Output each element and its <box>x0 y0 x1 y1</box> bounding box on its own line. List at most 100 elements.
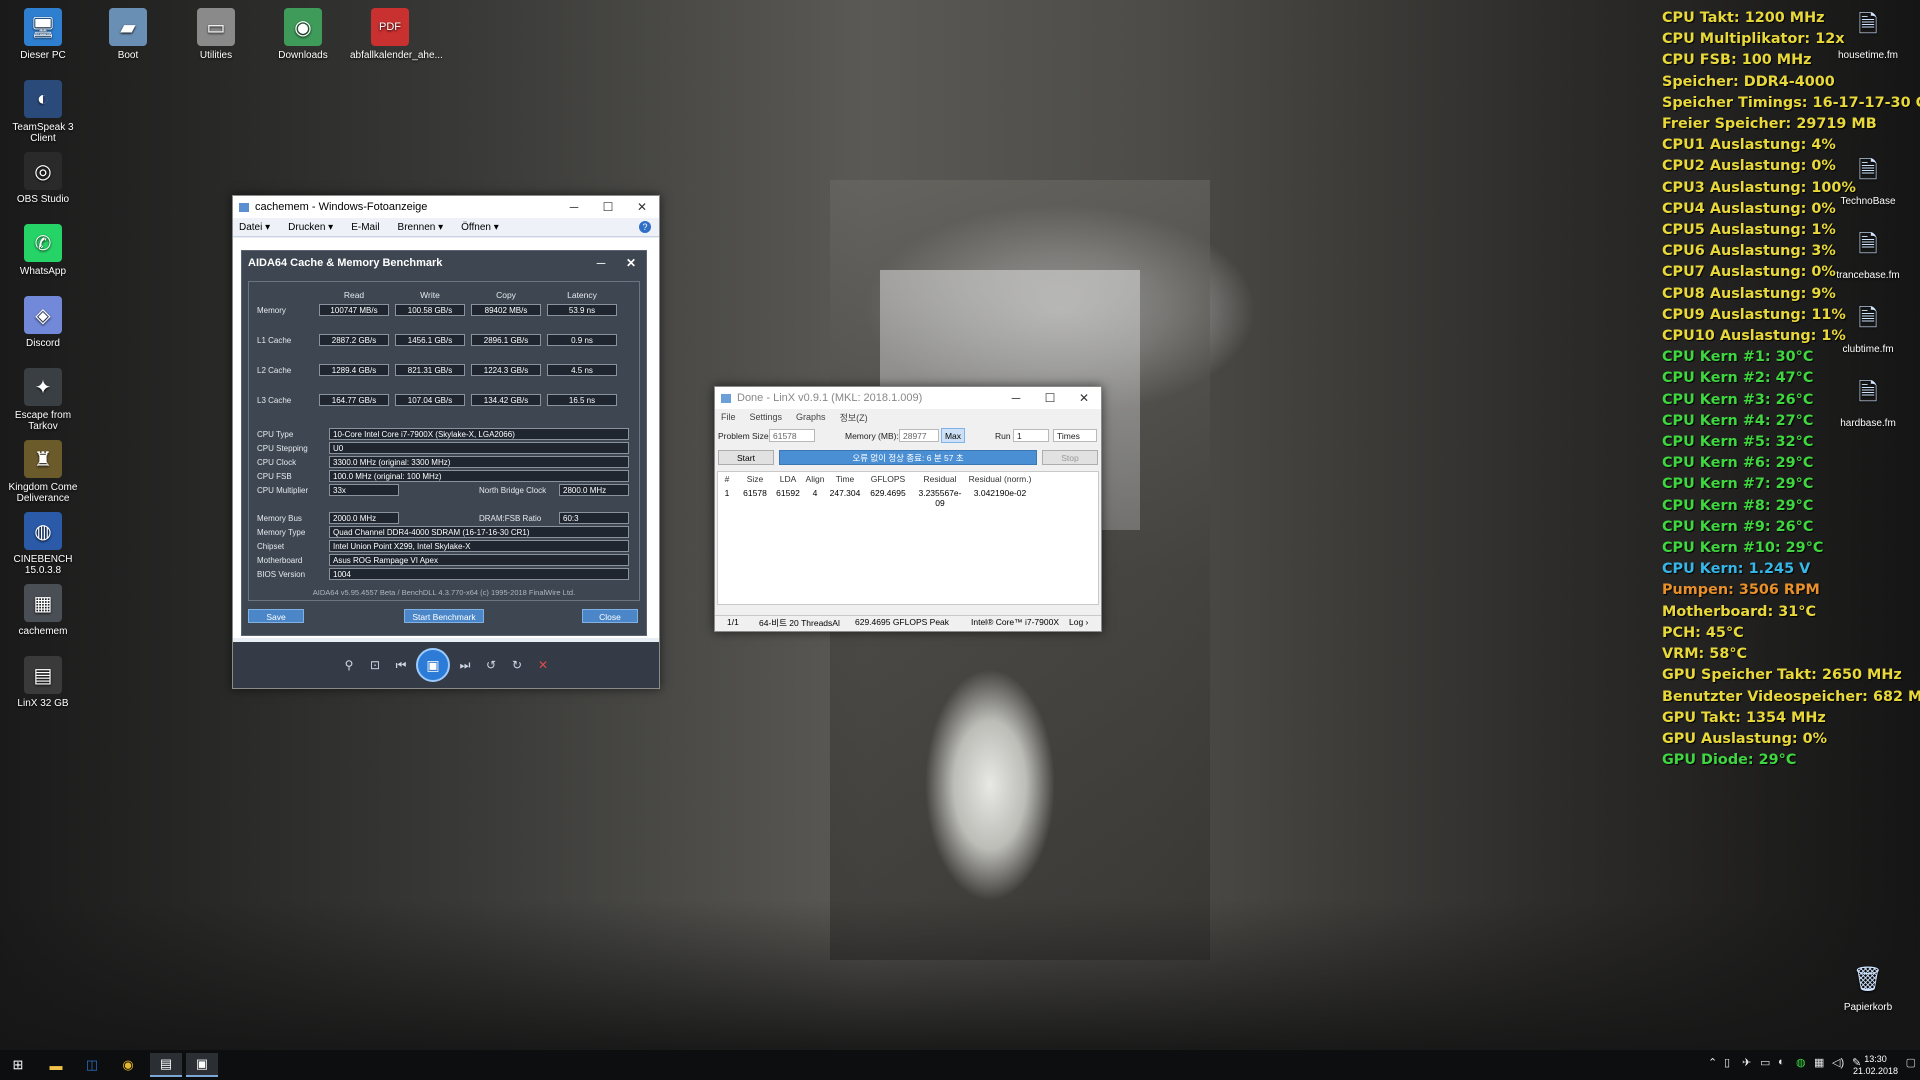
tray-app-icon[interactable]: ✈ <box>1742 1056 1751 1069</box>
aida-close-button: Close <box>582 609 638 623</box>
desktop-icon[interactable]: ◐ TeamSpeak 3 Client <box>3 80 83 144</box>
status-threads: 64-비트 20 ThreadsAl <box>759 618 840 628</box>
stat-line: CPU2 Auslastung: 0% <box>1662 158 1836 175</box>
minimize-icon[interactable]: ─ <box>557 196 591 218</box>
stat-line: PCH: 45°C <box>1662 624 1744 641</box>
run-unit-select[interactable]: Times <box>1053 429 1097 442</box>
chrome-icon[interactable]: ◉ <box>112 1053 144 1077</box>
tray-chevron-icon[interactable]: ⌃ <box>1708 1056 1717 1069</box>
stop-button[interactable]: Stop <box>1042 450 1098 465</box>
taskbar: ⊞ ▬ ◫ ◉ ▤ ▣ ⌃ ▯ ✈ ▭ ◐ ◍ ▦ ◁) ✎ 13:30 21.… <box>0 1050 1920 1080</box>
run-label: Run <box>995 431 1011 441</box>
desktop-icon[interactable]: 🗑 Papierkorb <box>1828 960 1908 1014</box>
menu-brennen[interactable]: Brennen ▾ <box>398 222 444 233</box>
taskbar-clock[interactable]: 13:30 21.02.2018 <box>1853 1053 1898 1077</box>
fit-window-icon[interactable]: ⊡ <box>364 654 386 676</box>
stat-line: CPU Kern #3: 26°C <box>1662 391 1814 408</box>
stat-line: Speicher: DDR4-4000 <box>1662 73 1835 90</box>
motherboard-label: Motherboard <box>257 556 303 565</box>
table-cell: 1 <box>724 488 730 498</box>
desktop-icon[interactable]: ◉ Downloads <box>263 8 343 61</box>
table-header-cell: LDA <box>779 474 797 484</box>
minimize-icon[interactable]: ─ <box>999 387 1033 409</box>
taskbar-app-photo-viewer-icon[interactable]: ▣ <box>186 1053 218 1077</box>
desktop-icon-label: Kingdom Come Deliverance <box>8 482 78 504</box>
photo-viewer-controls: ⚲ ⊡ ⏮ ▣ ⏭ ↺ ↻ ✕ <box>233 642 659 688</box>
aida-header-latency: Latency <box>567 290 597 300</box>
problem-size-field[interactable]: 61578 <box>769 429 815 442</box>
memory-bus-value: 2000.0 MHz <box>329 512 399 524</box>
log-button[interactable]: Log › <box>1069 617 1088 627</box>
menu-oeffnen[interactable]: Öffnen ▾ <box>461 222 499 233</box>
cpu-type-value: 10-Core Intel Core i7-7900X (Skylake-X, … <box>329 428 629 440</box>
next-icon[interactable]: ⏭ <box>454 654 476 676</box>
desktop-icon[interactable]: ▤ LinX 32 GB <box>3 656 83 709</box>
linx-app-icon <box>721 393 731 403</box>
previous-icon[interactable]: ⏮ <box>390 654 412 676</box>
run-count-field[interactable]: 1 <box>1013 429 1049 442</box>
desktop-icon[interactable]: 🖥 Dieser PC <box>3 8 83 61</box>
tray-volume-icon[interactable]: ◁) <box>1832 1056 1844 1069</box>
desktop-icon[interactable]: ◎ OBS Studio <box>3 152 83 205</box>
start-button[interactable]: Start <box>718 450 774 465</box>
problem-size-label: Problem Size: <box>718 431 771 441</box>
memory-type-label: Memory Type <box>257 528 306 537</box>
tray-monitor-icon[interactable]: ▭ <box>1760 1056 1770 1069</box>
maximize-icon[interactable]: ☐ <box>591 196 625 218</box>
stat-line: Motherboard: 31°C <box>1662 603 1817 620</box>
desktop-icon-label: cachemem <box>18 626 68 637</box>
linx-menu-file[interactable]: File <box>721 412 736 422</box>
desktop-icon[interactable]: ◍ CINEBENCH 15.0.3.8 <box>3 512 83 576</box>
aida-result-cell: 164.77 GB/s <box>319 394 389 406</box>
dram-ratio-label: DRAM:FSB Ratio <box>479 514 542 523</box>
desktop-icon-glyph-icon: ✆ <box>24 224 62 262</box>
desktop-icon-glyph-icon: PDF <box>371 8 409 46</box>
photo-viewer-titlebar[interactable]: cachemem - Windows-Fotoanzeige ─ ☐ ✕ <box>233 196 659 218</box>
max-button[interactable]: Max <box>941 428 965 443</box>
outlook-icon[interactable]: ◫ <box>76 1053 108 1077</box>
stat-line: VRM: 58°C <box>1662 646 1748 663</box>
menu-drucken[interactable]: Drucken ▾ <box>288 222 333 233</box>
help-icon[interactable]: ? <box>639 221 651 233</box>
desktop-icon-label: Papierkorb <box>1843 1002 1893 1013</box>
maximize-icon[interactable]: ☐ <box>1033 387 1067 409</box>
menu-datei[interactable]: Datei ▾ <box>239 222 270 233</box>
tray-usb-icon[interactable]: ▯ <box>1724 1056 1730 1069</box>
aida-result-cell: 89402 MB/s <box>471 304 541 316</box>
desktop-icon[interactable]: ◈ Discord <box>3 296 83 349</box>
zoom-icon[interactable]: ⚲ <box>338 654 360 676</box>
desktop-icon[interactable]: ▦ cachemem <box>3 584 83 637</box>
stat-line: CPU Takt: 1200 MHz <box>1662 10 1825 26</box>
linx-window[interactable]: Done - LinX v0.9.1 (MKL: 2018.1.009) ─ ☐… <box>714 386 1102 632</box>
desktop-icon[interactable]: ▭ Utilities <box>176 8 256 61</box>
menu-email[interactable]: E-Mail <box>351 222 379 233</box>
desktop-icon[interactable]: ▰ Boot <box>88 8 168 61</box>
linx-menu-info[interactable]: 정보(Z) <box>840 411 868 424</box>
rotate-right-icon[interactable]: ↻ <box>506 654 528 676</box>
aida-header-write: Write <box>420 290 440 300</box>
tray-whatsapp-icon[interactable]: ◍ <box>1796 1056 1806 1069</box>
tray-teamspeak-icon[interactable]: ◐ <box>1778 1056 1785 1068</box>
photo-viewer-window[interactable]: cachemem - Windows-Fotoanzeige ─ ☐ ✕ Dat… <box>232 195 660 689</box>
slideshow-icon[interactable]: ▣ <box>416 648 450 682</box>
close-icon[interactable]: ✕ <box>625 196 659 218</box>
desktop-icon[interactable]: PDF abfallkalender_ahe... <box>350 8 443 61</box>
start-windows-icon[interactable]: ⊞ <box>2 1053 34 1077</box>
taskbar-app-linx-icon[interactable]: ▤ <box>150 1053 182 1077</box>
close-icon: ✕ <box>625 256 637 270</box>
linx-menu-settings[interactable]: Settings <box>750 412 783 422</box>
close-icon[interactable]: ✕ <box>1067 387 1101 409</box>
linx-menu-graphs[interactable]: Graphs <box>796 412 826 422</box>
delete-icon[interactable]: ✕ <box>532 654 554 676</box>
cpu-clock-value: 3300.0 MHz (original: 3300 MHz) <box>329 456 629 468</box>
desktop-icon[interactable]: ♜ Kingdom Come Deliverance <box>3 440 83 504</box>
linx-titlebar[interactable]: Done - LinX v0.9.1 (MKL: 2018.1.009) ─ ☐… <box>715 387 1101 409</box>
memory-field[interactable]: 28977 <box>899 429 939 442</box>
notification-icon[interactable]: ▢ <box>1906 1056 1916 1069</box>
cpu-clock-label: CPU Clock <box>257 458 297 467</box>
rotate-left-icon[interactable]: ↺ <box>480 654 502 676</box>
desktop-icon[interactable]: ✆ WhatsApp <box>3 224 83 277</box>
desktop-icon[interactable]: ✦ Escape from Tarkov <box>3 368 83 432</box>
tray-network-icon[interactable]: ▦ <box>1814 1056 1824 1069</box>
file-explorer-icon[interactable]: ▬ <box>40 1053 72 1077</box>
